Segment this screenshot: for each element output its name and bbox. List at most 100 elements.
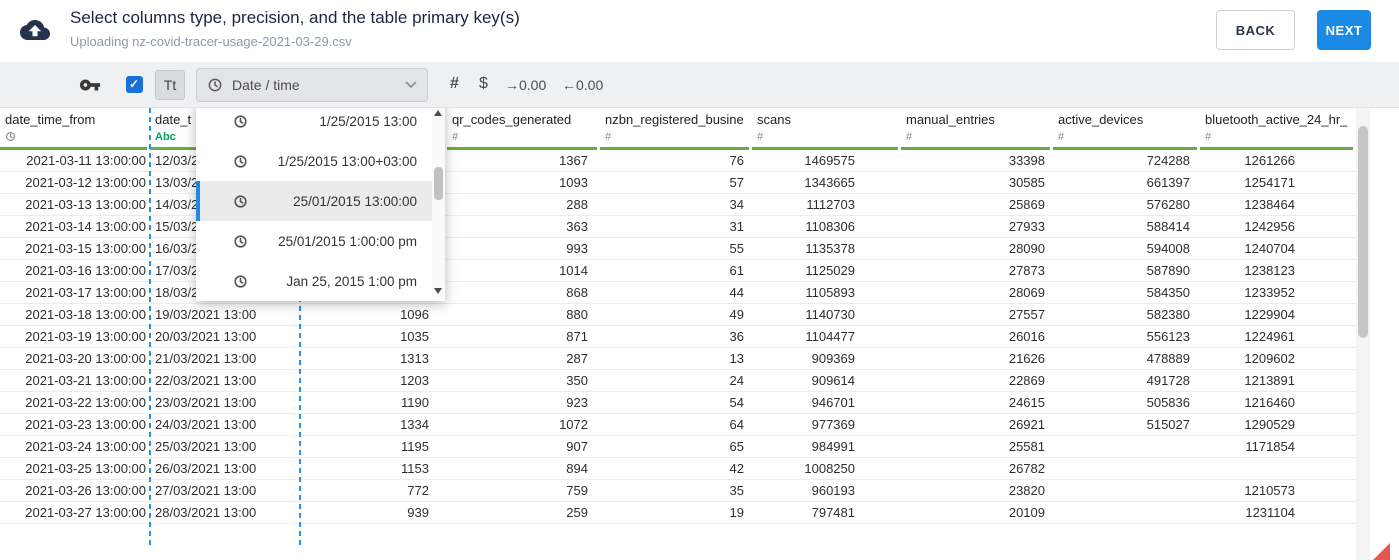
- back-button[interactable]: BACK: [1216, 10, 1295, 50]
- table-cell: 28090: [1008, 241, 1045, 256]
- column-header[interactable]: qr_codes_generated #: [447, 108, 600, 150]
- precision-increase-button[interactable]: →0.00: [505, 77, 546, 93]
- table-cell: 1290529: [1244, 417, 1295, 432]
- table-cell: 27933: [1008, 219, 1045, 234]
- dropdown-scrollbar[interactable]: [432, 101, 445, 301]
- next-button[interactable]: NEXT: [1317, 10, 1371, 50]
- table-cell: 1125029: [805, 263, 855, 278]
- table-cell: 984991: [811, 439, 855, 454]
- table-cell: 1108306: [805, 219, 855, 234]
- format-option[interactable]: 1/25/2015 13:00+03:00: [196, 141, 445, 181]
- table-cell: 2021-03-22 13:00:00: [25, 395, 146, 410]
- table-cell: 2021-03-16 13:00:00: [25, 263, 146, 278]
- table-cell: 23/03/2021 13:00: [155, 395, 257, 410]
- include-column-checkbox[interactable]: [126, 76, 143, 93]
- table-cell: 36: [729, 329, 744, 344]
- scroll-down-icon[interactable]: [434, 288, 442, 294]
- table-cell: [1053, 502, 1200, 523]
- column-header[interactable]: nzbn_registered_busine #: [600, 108, 752, 150]
- table-cell: 1313: [400, 351, 429, 366]
- table-cell: 1008250: [804, 461, 855, 476]
- table-row: 2021-03-22 13:00:00 23/03/2021 13:00 1190 9…: [0, 392, 1356, 414]
- table-cell: 1261266: [1244, 153, 1295, 168]
- scroll-up-icon[interactable]: [434, 110, 442, 116]
- vertical-scrollbar[interactable]: [1356, 108, 1370, 560]
- table-cell: 61: [729, 263, 744, 278]
- table-cell: 42: [729, 461, 744, 476]
- clock-icon: [234, 274, 247, 288]
- table-cell: 24: [729, 373, 744, 388]
- table-row: 2021-03-21 13:00:00 22/03/2021 13:00 1203 3…: [0, 370, 1356, 392]
- format-option-label: 25/01/2015 1:00:00 pm: [278, 233, 417, 249]
- column-header[interactable]: active_devices #: [1053, 108, 1200, 150]
- table-cell: 1231104: [1245, 505, 1295, 520]
- column-type-dropdown[interactable]: Date / time: [196, 68, 428, 102]
- table-cell: 1171854: [1245, 439, 1295, 454]
- table-cell: 19: [729, 505, 744, 520]
- format-option[interactable]: 25/01/2015 13:00:00: [196, 181, 445, 221]
- table-cell: 1216460: [1244, 395, 1295, 410]
- column-name: manual_entries: [906, 112, 995, 127]
- format-option-label: Jan 25, 2015 1:00 pm: [286, 273, 417, 289]
- table-cell: 2021-03-11 13:00:00: [26, 153, 146, 168]
- table-row: 2021-03-27 13:00:00 28/03/2021 13:00 939 25…: [0, 502, 1356, 524]
- table-cell: 28/03/2021 13:00: [155, 505, 257, 520]
- column-type-value: Date / time: [232, 77, 300, 93]
- vertical-scroll-thumb[interactable]: [1358, 126, 1368, 338]
- format-option-label: 1/25/2015 13:00: [319, 113, 417, 129]
- table-cell: 2021-03-14 13:00:00: [25, 219, 146, 234]
- table-cell: 57: [729, 175, 744, 190]
- text-type-button[interactable]: Tt: [155, 70, 185, 100]
- number-type-icon[interactable]: #: [450, 75, 459, 93]
- table-cell: 1238123: [1244, 263, 1295, 278]
- clock-icon: [207, 77, 223, 93]
- table-cell: 24615: [1008, 395, 1045, 410]
- selected-column-left-boundary: [149, 108, 151, 545]
- table-cell: 26016: [1008, 329, 1045, 344]
- column-header[interactable]: date_time_from: [0, 108, 150, 150]
- table-cell: 1209602: [1244, 351, 1295, 366]
- table-cell: [1053, 458, 1200, 479]
- table-cell: 34: [729, 197, 744, 212]
- table-cell: 2021-03-18 13:00:00: [25, 307, 146, 322]
- table-cell: 1190: [401, 395, 429, 410]
- table-cell: 594008: [1146, 241, 1190, 256]
- table-cell: 287: [566, 351, 588, 366]
- table-cell: 27/03/2021 13:00: [155, 483, 257, 498]
- table-cell: 724288: [1146, 153, 1190, 168]
- table-cell: 772: [407, 483, 429, 498]
- dropdown-scroll-thumb[interactable]: [434, 167, 443, 200]
- table-cell: 556123: [1146, 329, 1190, 344]
- table-cell: 49: [729, 307, 744, 322]
- table-cell: 23820: [1008, 483, 1045, 498]
- table-cell: 2021-03-13 13:00:00: [25, 197, 146, 212]
- table-cell: 797481: [811, 505, 855, 520]
- table-cell: 76: [729, 153, 744, 168]
- currency-type-icon[interactable]: $: [479, 75, 488, 93]
- table-cell: 1195: [401, 439, 429, 454]
- format-option[interactable]: Jan 25, 2015 1:00 pm: [196, 261, 445, 301]
- table-cell: 584350: [1146, 285, 1190, 300]
- column-type-indicator: [5, 131, 150, 145]
- column-header[interactable]: manual_entries #: [901, 108, 1053, 150]
- column-header[interactable]: scans #: [752, 108, 901, 150]
- column-name: nzbn_registered_busine: [605, 112, 744, 127]
- precision-decrease-button[interactable]: ←0.00: [562, 77, 603, 93]
- table-cell: 1213891: [1244, 373, 1295, 388]
- table-cell: 288: [566, 197, 588, 212]
- table-cell: 54: [729, 395, 744, 410]
- corner-resize-marker: [1373, 543, 1390, 560]
- table-cell: 22869: [1008, 373, 1045, 388]
- table-row: 2021-03-20 13:00:00 21/03/2021 13:00 1313 2…: [0, 348, 1356, 370]
- format-option-label: 1/25/2015 13:00+03:00: [277, 153, 417, 169]
- table-cell: 259: [566, 505, 588, 520]
- format-option[interactable]: 25/01/2015 1:00:00 pm: [196, 221, 445, 261]
- table-cell: 25869: [1008, 197, 1045, 212]
- table-cell: 28069: [1008, 285, 1045, 300]
- table-cell: 1224961: [1244, 329, 1295, 344]
- table-cell: 960193: [811, 483, 855, 498]
- column-header[interactable]: bluetooth_active_24_hr_ #: [1200, 108, 1356, 150]
- upload-filename-subtitle: Uploading nz-covid-tracer-usage-2021-03-…: [70, 34, 352, 49]
- page-title: Select columns type, precision, and the …: [70, 8, 520, 27]
- primary-key-icon[interactable]: [79, 74, 101, 101]
